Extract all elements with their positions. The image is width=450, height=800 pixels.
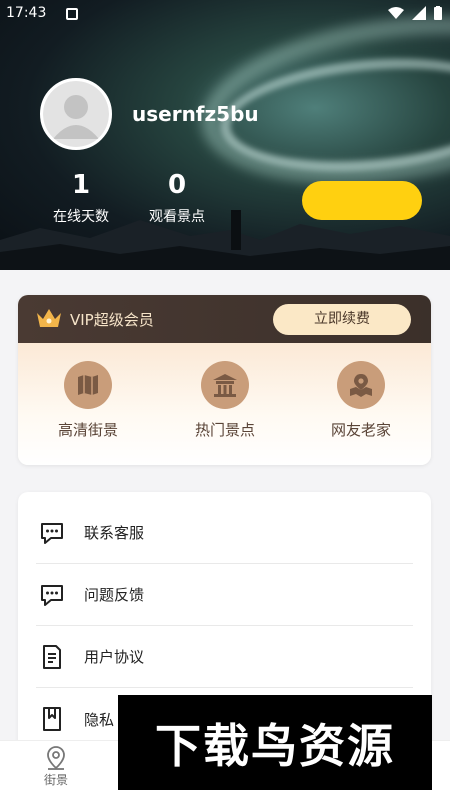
feature-label: 高清街景 [57,421,118,439]
feature-popular-spots[interactable]: 热门景点 [170,361,280,440]
signal-icon [412,6,426,20]
document-icon [38,643,66,671]
feature-hd-streetview[interactable]: 高清街景 [33,361,143,440]
stat-label: 在线天数 [53,209,109,225]
feature-netizen-hometown[interactable]: 网友老家 [306,361,416,440]
renew-button[interactable]: 立即续费 [273,304,411,335]
stat-label: 观看景点 [149,209,205,225]
vip-title: VIP超级会员 [70,311,154,329]
location-pin-icon [21,745,91,771]
feature-label: 热门景点 [194,421,255,439]
menu-item-customer-service[interactable]: 联系客服 [36,502,413,564]
menu-item-feedback[interactable]: 问题反馈 [36,564,413,626]
stat-online-days: 1 在线天数 [41,170,121,226]
vip-card: VIP超级会员 立即续费 高清街景 热门景点 网友老家 [18,295,431,465]
status-bar: 17:43 [0,0,450,28]
nav-tab-label: 街景 [43,773,68,787]
action-button[interactable] [302,181,422,220]
chat-icon [38,519,66,547]
temple-icon [201,361,249,409]
stat-value: 1 [71,170,91,200]
username: usernfz5bu [132,102,259,126]
menu-item-user-agreement[interactable]: 用户协议 [36,626,413,688]
watermark-text: 下载鸟资源 [155,718,395,773]
bookmark-doc-icon [38,705,66,733]
status-icons [388,6,442,20]
nav-tab-streetview[interactable]: 街景 [21,745,91,788]
vip-features: 高清街景 热门景点 网友老家 [18,343,431,465]
wifi-icon [388,7,404,19]
status-time: 17:43 [6,5,47,21]
watermark-overlay: 下载鸟资源 [118,695,432,790]
location-map-icon [337,361,385,409]
menu-item-label: 用户协议 [84,648,145,666]
user-avatar-icon [43,81,109,147]
stat-viewed-spots: 0 观看景点 [137,170,217,226]
vip-banner: VIP超级会员 立即续费 [18,295,431,343]
menu-item-label: 问题反馈 [84,586,145,604]
profile-header: 17:43 usernfz5bu 1 在线天数 0 观看景点 [0,0,450,270]
stat-value: 0 [167,170,187,200]
notification-icon [66,8,78,20]
crown-icon [37,309,61,327]
map-icon [64,361,112,409]
menu-item-label: 隐私 [84,710,115,729]
feedback-icon [38,581,66,609]
avatar[interactable] [40,78,112,150]
menu-item-label: 联系客服 [84,524,145,542]
battery-icon [434,6,442,20]
feature-label: 网友老家 [330,421,391,439]
